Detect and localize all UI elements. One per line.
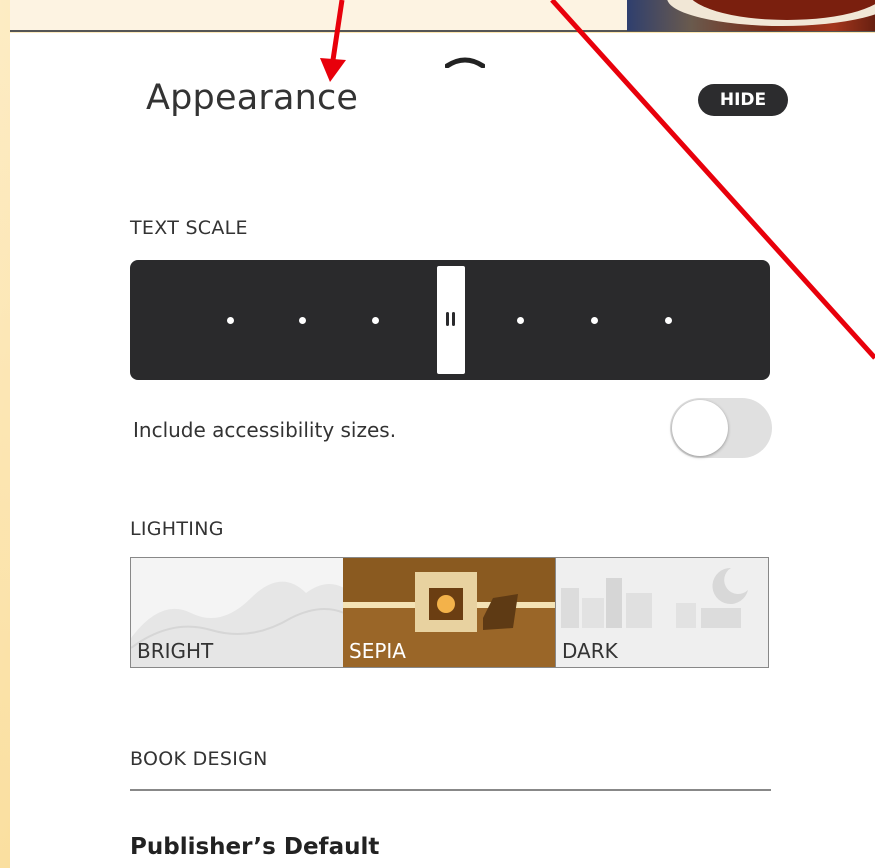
- lighting-option-bright[interactable]: BRIGHT: [131, 558, 343, 667]
- chevron-up-icon[interactable]: [445, 52, 485, 68]
- panel-title: Appearance: [146, 78, 359, 118]
- text-scale-label: TEXT SCALE: [130, 217, 248, 239]
- toggle-knob-icon: [672, 400, 728, 456]
- lighting-label: LIGHTING: [130, 518, 224, 540]
- scale-step-1[interactable]: [227, 317, 234, 324]
- lighting-option-sepia[interactable]: SEPIA: [343, 558, 555, 667]
- book-design-label: BOOK DESIGN: [130, 748, 268, 770]
- scale-step-6[interactable]: [591, 317, 598, 324]
- book-illustration: [627, 0, 875, 31]
- scale-step-3[interactable]: [372, 317, 379, 324]
- lighting-option-dark[interactable]: DARK: [555, 558, 768, 667]
- accessibility-sizes-label: Include accessibility sizes.: [133, 418, 397, 442]
- section-divider: [130, 789, 771, 791]
- book-design-value[interactable]: Publisher’s Default: [130, 834, 379, 860]
- scale-step-5[interactable]: [517, 317, 524, 324]
- scale-step-7[interactable]: [665, 317, 672, 324]
- grip-line-left: [446, 312, 449, 326]
- book-content-strip: [10, 0, 875, 32]
- text-scale-thumb[interactable]: [437, 266, 465, 374]
- grip-line-right: [452, 312, 455, 326]
- lighting-option-label: SEPIA: [349, 639, 406, 663]
- lighting-options: BRIGHT SEPIA DARK: [130, 557, 769, 668]
- hide-button[interactable]: HIDE: [698, 84, 788, 116]
- scale-step-2[interactable]: [299, 317, 306, 324]
- lighting-option-label: DARK: [562, 639, 618, 663]
- accessibility-sizes-toggle[interactable]: [670, 398, 772, 458]
- lighting-option-label: BRIGHT: [137, 639, 214, 663]
